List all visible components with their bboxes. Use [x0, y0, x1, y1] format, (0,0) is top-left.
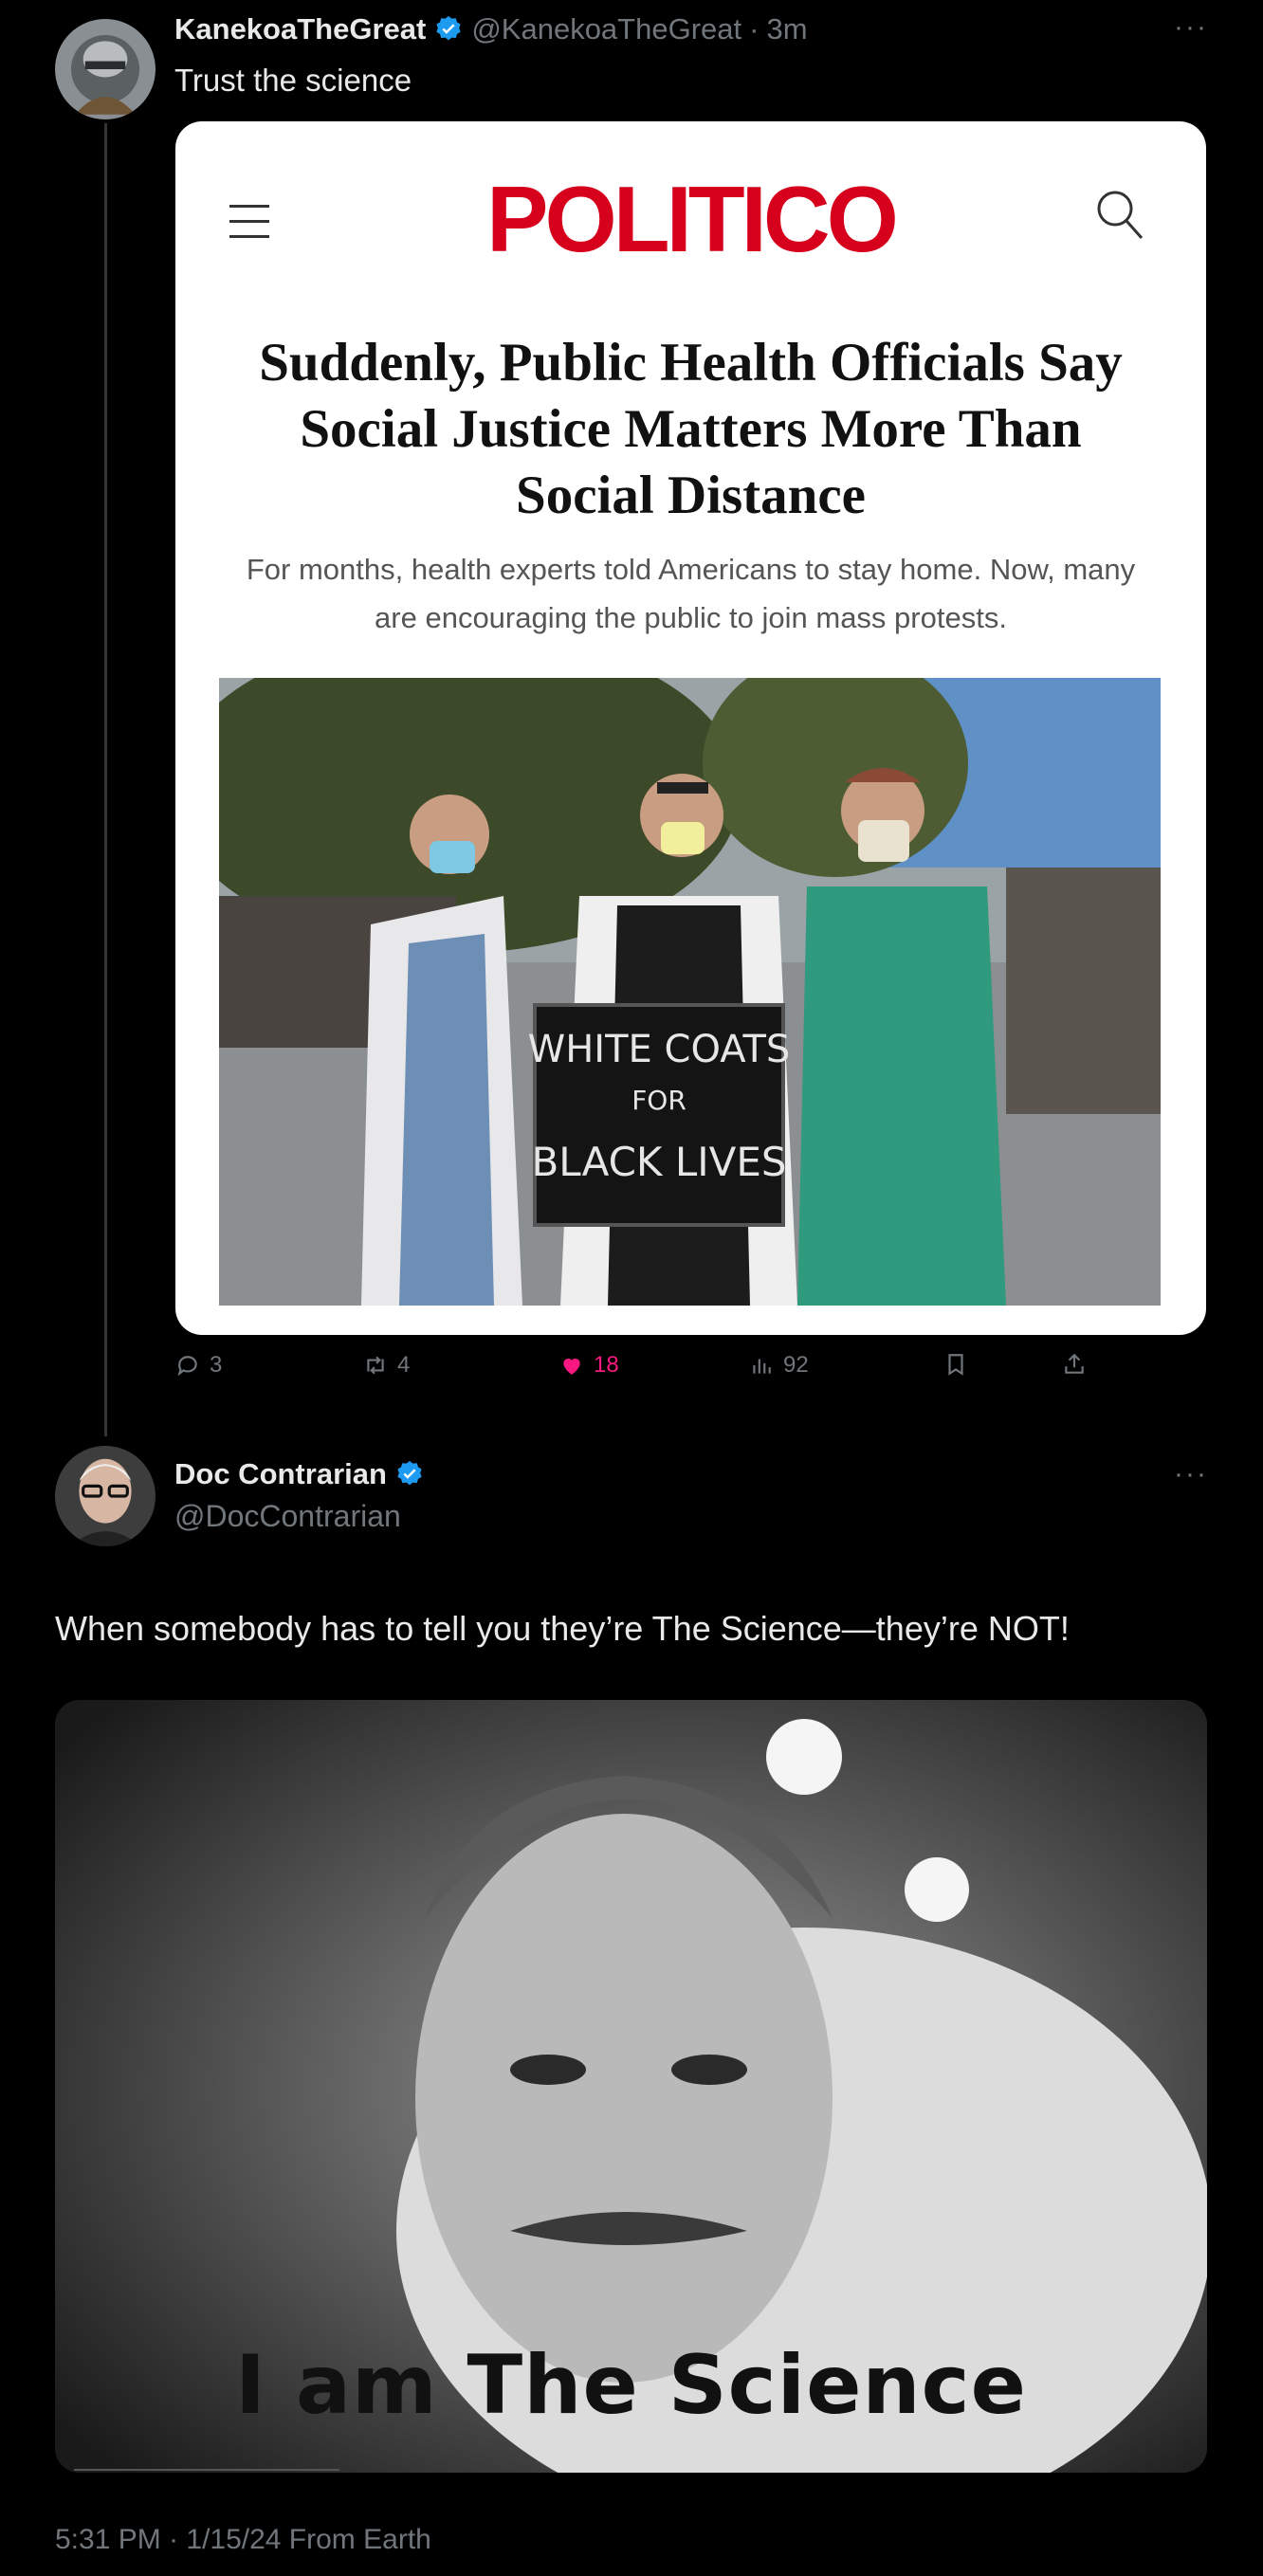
reply-button[interactable]: 3: [175, 1352, 222, 1379]
bookmark-button[interactable]: [943, 1352, 968, 1377]
view-count: 92: [783, 1352, 809, 1378]
retweet-icon: [367, 1356, 384, 1375]
avatar[interactable]: [55, 1446, 156, 1546]
meme-caption: I am The Science: [235, 2338, 1027, 2433]
display-name[interactable]: Doc Contrarian: [174, 1457, 387, 1491]
reply-icon: [177, 1356, 197, 1377]
handle[interactable]: @KanekoaTheGreat: [471, 12, 741, 46]
tweet-text: Trust the science: [174, 63, 412, 98]
avatar[interactable]: [55, 19, 156, 119]
tweet-header: Doc Contrarian: [174, 1457, 425, 1491]
retweet-count: 4: [397, 1352, 411, 1378]
more-options-icon[interactable]: ···: [1174, 11, 1208, 44]
svg-text:WHITE COATS: WHITE COATS: [528, 1028, 791, 1071]
tweet-actions: 3 4 18 92: [175, 1352, 1124, 1386]
display-name[interactable]: KanekoaTheGreat: [174, 12, 426, 46]
more-options-icon[interactable]: ···: [1174, 1458, 1208, 1490]
article-dek: For months, health experts told American…: [246, 553, 1136, 634]
retweet-button[interactable]: 4: [363, 1352, 410, 1379]
heart-icon: [563, 1358, 580, 1375]
separator: ·: [749, 12, 760, 46]
reply-count: 3: [210, 1352, 223, 1378]
bookmark-icon: [948, 1354, 963, 1376]
tweet-text: When somebody has to tell you they’re Th…: [55, 1609, 1070, 1648]
article-card[interactable]: POLITICO Suddenly, Public Health Officia…: [175, 121, 1206, 1335]
tweet-header: KanekoaTheGreat @KanekoaTheGreat · 3m: [174, 12, 808, 46]
verified-badge-icon: [397, 1461, 422, 1486]
analytics-icon: [753, 1359, 771, 1374]
tweet-timestamp[interactable]: 5:31 PM · 1/15/24 From Earth: [55, 2524, 431, 2556]
svg-text:FOR: FOR: [632, 1085, 686, 1116]
handle[interactable]: @DocContrarian: [174, 1499, 401, 1534]
views-button[interactable]: 92: [749, 1352, 809, 1379]
article-photo: WHITE COATS FOR BLACK LIVES: [219, 678, 1161, 1306]
like-button[interactable]: 18: [559, 1352, 619, 1379]
share-button[interactable]: [1062, 1352, 1087, 1377]
divider: [74, 2469, 339, 2471]
tweet-time[interactable]: 3m: [766, 12, 807, 46]
article-headline: Suddenly, Public Health Officials Say So…: [259, 333, 1123, 525]
search-icon: [1097, 191, 1144, 239]
share-icon: [1065, 1353, 1084, 1374]
like-count: 18: [594, 1352, 619, 1378]
politico-logo: POLITICO: [486, 167, 899, 271]
svg-text:BLACK LIVES: BLACK LIVES: [531, 1139, 786, 1185]
thread-connector: [104, 123, 107, 1436]
verified-badge-icon: [436, 16, 461, 41]
meme-image[interactable]: I am The Science: [55, 1700, 1207, 2473]
